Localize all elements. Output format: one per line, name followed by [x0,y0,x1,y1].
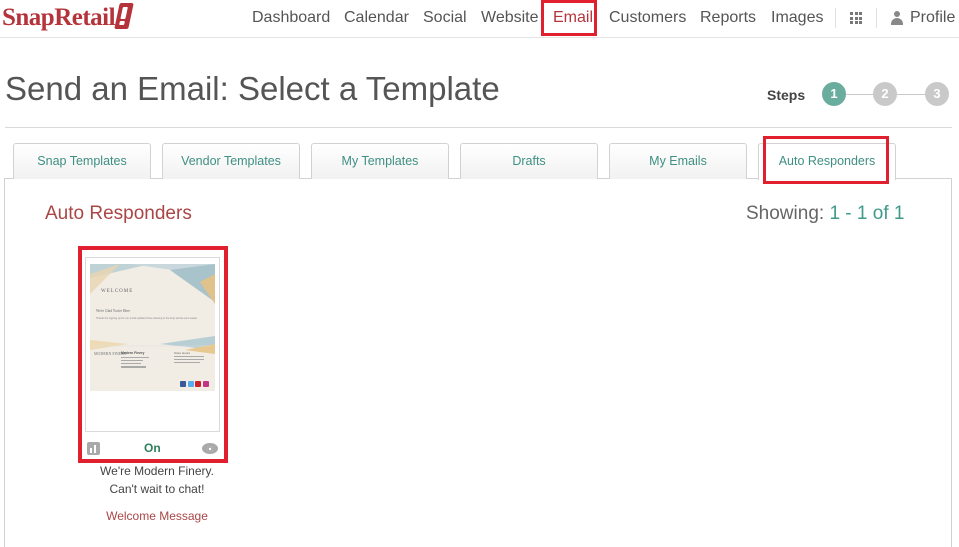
eye-icon[interactable] [202,443,218,454]
tab-snap-templates[interactable]: Snap Templates [13,143,151,179]
nav-dashboard[interactable]: Dashboard [252,9,330,27]
tab-vendor-templates[interactable]: Vendor Templates [162,143,300,179]
person-icon[interactable] [891,11,903,25]
logo-exclamation-icon [114,3,134,29]
showing-range: 1 - 1 of 1 [829,203,905,224]
tab-my-emails[interactable]: My Emails [609,143,747,179]
grid-icon[interactable] [850,12,862,24]
title-divider [5,127,952,128]
template-highlight-box [78,246,228,463]
step-connector [897,94,925,95]
bar-chart-icon[interactable] [87,442,100,455]
nav-divider [876,8,877,28]
tab-my-templates[interactable]: My Templates [311,143,449,179]
auto-responders-highlight-box [763,136,889,184]
nav-calendar[interactable]: Calendar [344,9,409,27]
nav-divider [835,8,836,28]
tab-drafts[interactable]: Drafts [460,143,598,179]
template-caption: We're Modern Finery. Can't wait to chat! [100,464,214,496]
nav-images[interactable]: Images [771,9,823,27]
section-title: Auto Responders [45,203,192,224]
step-3-indicator: 3 [925,82,949,106]
page-title: Send an Email: Select a Template [5,70,500,107]
email-highlight-box [541,0,597,36]
showing-count: Showing: 1 - 1 of 1 [746,203,905,224]
step-1-indicator: 1 [822,82,846,106]
step-2-indicator: 2 [873,82,897,106]
welcome-message-link[interactable]: Welcome Message [82,509,232,523]
nav-profile[interactable]: Profile [910,9,955,27]
nav-social[interactable]: Social [423,9,467,27]
step-connector [846,94,873,95]
status-badge: On [144,441,161,455]
nav-website[interactable]: Website [481,9,539,27]
steps-label: Steps [767,87,806,103]
nav-customers[interactable]: Customers [609,9,686,27]
top-navbar: SnapRetail Dashboard Calendar Social Web… [0,0,959,38]
nav-reports[interactable]: Reports [700,9,756,27]
snapretail-logo[interactable]: SnapRetail [2,2,134,34]
